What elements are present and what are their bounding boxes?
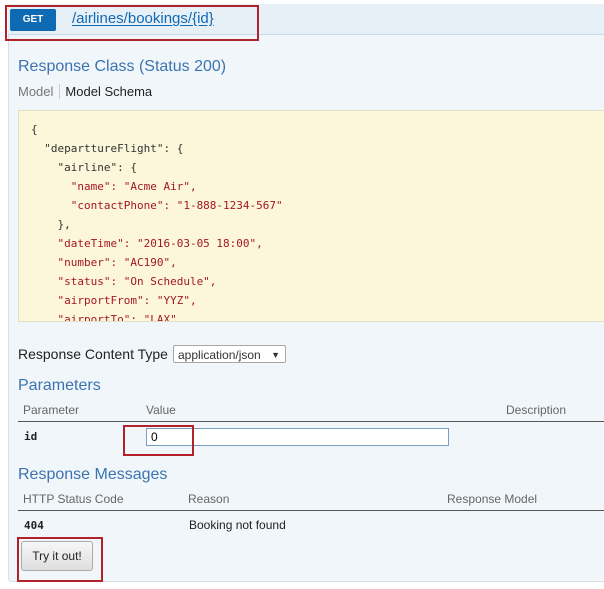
- rm-header-model: Response Model: [447, 492, 538, 506]
- rm-reason: Booking not found: [189, 518, 286, 532]
- response-messages-title: Response Messages: [18, 466, 168, 483]
- schema-line: "dateTime": "2016-03-05 18:00",: [31, 237, 263, 250]
- model-tabs: Model Model Schema: [18, 84, 158, 99]
- content-type-select[interactable]: application/json ▼: [173, 345, 286, 363]
- param-header-value: Value: [146, 403, 176, 417]
- highlight-button: [17, 537, 103, 582]
- schema-line: "airportTo": "LAX",: [31, 313, 184, 322]
- schema-line: "name": "Acme Air",: [31, 180, 197, 193]
- tab-model-schema[interactable]: Model Schema: [65, 84, 158, 99]
- parameters-title: Parameters: [18, 377, 101, 394]
- param-header-description: Description: [506, 403, 567, 417]
- param-header-divider: [18, 421, 604, 422]
- rm-header-divider: [18, 510, 604, 511]
- schema-line: "airline": {: [31, 161, 137, 174]
- param-name: id: [24, 430, 38, 443]
- schema-line: "airportFrom": "YYZ",: [31, 294, 197, 307]
- schema-line: {: [31, 123, 38, 136]
- highlight-path: [5, 5, 259, 41]
- rm-header-code: HTTP Status Code: [23, 492, 124, 506]
- rm-status-code: 404: [24, 519, 44, 532]
- schema-line: "contactPhone": "1-888-1234-567": [31, 199, 283, 212]
- rm-header-reason: Reason: [188, 492, 230, 506]
- chevron-down-icon: ▼: [271, 350, 280, 360]
- schema-line: "number": "AC190",: [31, 256, 177, 269]
- tab-model[interactable]: Model: [18, 84, 61, 99]
- schema-line: },: [31, 218, 71, 231]
- schema-line: "departtureFlight": {: [31, 142, 184, 155]
- param-header-parameter: Parameter: [23, 403, 80, 417]
- content-type-value: application/json: [178, 348, 261, 362]
- schema-line: "status": "On Schedule",: [31, 275, 217, 288]
- response-class-title: Response Class (Status 200): [18, 58, 227, 75]
- highlight-input: [123, 425, 194, 456]
- response-content-type-label: Response Content Type: [18, 346, 168, 362]
- model-schema-code[interactable]: { "departtureFlight": { "airline": { "na…: [18, 110, 604, 322]
